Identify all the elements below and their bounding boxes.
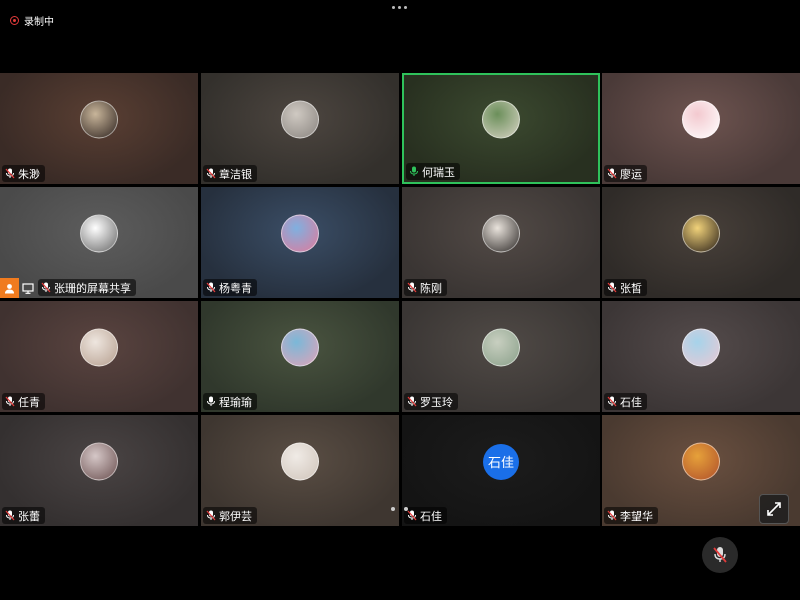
avatar bbox=[281, 214, 319, 252]
participant-name-tag: 张珊的屏幕共享 bbox=[38, 279, 136, 296]
mic-muted-icon bbox=[407, 510, 417, 521]
participant-name: 李望华 bbox=[620, 510, 653, 523]
participant-tile[interactable]: 郭伊芸 bbox=[201, 415, 399, 526]
participant-name-tag: 罗玉玲 bbox=[404, 393, 458, 410]
participant-name-tag: 石佳 bbox=[604, 393, 647, 410]
participant-name: 杨粤青 bbox=[219, 282, 252, 295]
mic-muted-icon bbox=[607, 168, 617, 179]
mic-muted-icon bbox=[5, 168, 15, 179]
participant-tile[interactable]: 朱渺 bbox=[0, 73, 198, 184]
more-dots-icon[interactable] bbox=[392, 6, 407, 9]
avatar bbox=[80, 442, 118, 480]
mic-muted-icon bbox=[206, 282, 216, 293]
participant-name: 张蕾 bbox=[18, 510, 40, 523]
mic-muted-icon bbox=[407, 396, 417, 407]
participant-name-tag: 李望华 bbox=[604, 507, 658, 524]
participant-name: 何瑞玉 bbox=[422, 166, 455, 179]
mic-muted-icon bbox=[607, 282, 617, 293]
participant-name-tag: 陈刚 bbox=[404, 279, 447, 296]
participant-name: 石佳 bbox=[620, 396, 642, 409]
mic-icon bbox=[206, 396, 216, 407]
avatar bbox=[482, 100, 520, 138]
participant-name-tag: 郭伊芸 bbox=[203, 507, 257, 524]
mic-muted-icon bbox=[5, 396, 15, 407]
avatar bbox=[281, 100, 319, 138]
participant-tile[interactable]: 何瑞玉 bbox=[402, 73, 600, 184]
top-bar: 录制中 bbox=[0, 0, 800, 40]
participant-tile[interactable]: 张蕾 bbox=[0, 415, 198, 526]
participant-name-tag: 程瑜瑜 bbox=[203, 393, 257, 410]
mic-muted-icon bbox=[713, 547, 727, 563]
participant-name: 石佳 bbox=[420, 510, 442, 523]
mic-muted-icon bbox=[607, 510, 617, 521]
participant-name: 陈刚 bbox=[420, 282, 442, 295]
avatar bbox=[281, 442, 319, 480]
participant-tile[interactable]: 张珊的屏幕共享 bbox=[0, 187, 198, 298]
participant-name-tag: 何瑞玉 bbox=[406, 163, 460, 180]
avatar bbox=[482, 214, 520, 252]
mic-muted-icon bbox=[206, 168, 216, 179]
participant-tile[interactable]: 石佳 石佳 bbox=[402, 415, 600, 526]
participant-name-tag: 张蕾 bbox=[2, 507, 45, 524]
avatar bbox=[682, 214, 720, 252]
avatar bbox=[682, 442, 720, 480]
mic-muted-icon bbox=[206, 510, 216, 521]
participant-tile[interactable]: 张皙 bbox=[602, 187, 800, 298]
avatar bbox=[281, 328, 319, 366]
participant-name: 任青 bbox=[18, 396, 40, 409]
exit-fullscreen-button[interactable] bbox=[759, 494, 789, 524]
participant-name: 廖运 bbox=[620, 168, 642, 181]
mic-icon bbox=[409, 166, 419, 177]
screen-share-icon bbox=[21, 281, 35, 295]
mic-muted-icon bbox=[407, 282, 417, 293]
participant-tile[interactable]: 陈刚 bbox=[402, 187, 600, 298]
participant-name-tag: 杨粤青 bbox=[203, 279, 257, 296]
recording-indicator[interactable]: 录制中 bbox=[10, 13, 54, 28]
avatar bbox=[80, 214, 118, 252]
participant-name-tag: 张皙 bbox=[604, 279, 647, 296]
participant-name-tag: 章洁银 bbox=[203, 165, 257, 182]
avatar bbox=[482, 328, 520, 366]
participant-name: 郭伊芸 bbox=[219, 510, 252, 523]
participant-tile[interactable]: 程瑜瑜 bbox=[201, 301, 399, 412]
avatar: 石佳 bbox=[483, 443, 519, 480]
participant-name: 章洁银 bbox=[219, 168, 252, 181]
participant-name: 朱渺 bbox=[18, 168, 40, 181]
participant-tile[interactable]: 章洁银 bbox=[201, 73, 399, 184]
participant-tile[interactable]: 石佳 bbox=[602, 301, 800, 412]
recording-label: 录制中 bbox=[24, 17, 54, 28]
participant-name-tag: 廖运 bbox=[604, 165, 647, 182]
avatar bbox=[682, 328, 720, 366]
page-indicator-dot[interactable] bbox=[404, 507, 408, 511]
avatar bbox=[682, 100, 720, 138]
page-indicator-dot[interactable] bbox=[391, 507, 395, 511]
mic-muted-icon bbox=[41, 282, 51, 293]
participant-tile[interactable]: 罗玉玲 bbox=[402, 301, 600, 412]
person-share-icon[interactable] bbox=[0, 278, 19, 298]
participant-tile[interactable]: 廖运 bbox=[602, 73, 800, 184]
participant-name: 程瑜瑜 bbox=[219, 396, 252, 409]
record-icon bbox=[10, 16, 19, 25]
participant-name: 罗玉玲 bbox=[420, 396, 453, 409]
participant-name-tag: 任青 bbox=[2, 393, 45, 410]
participant-name: 张皙 bbox=[620, 282, 642, 295]
avatar bbox=[80, 100, 118, 138]
participant-name-tag: 石佳 bbox=[404, 507, 447, 524]
participant-tile[interactable]: 任青 bbox=[0, 301, 198, 412]
exit-fullscreen-icon bbox=[767, 502, 781, 516]
participant-name-tag: 朱渺 bbox=[2, 165, 45, 182]
mute-toggle-button[interactable] bbox=[702, 537, 738, 573]
participant-tile[interactable]: 杨粤青 bbox=[201, 187, 399, 298]
avatar bbox=[80, 328, 118, 366]
mic-muted-icon bbox=[5, 510, 15, 521]
participant-name: 张珊的屏幕共享 bbox=[54, 282, 131, 295]
mic-muted-icon bbox=[607, 396, 617, 407]
